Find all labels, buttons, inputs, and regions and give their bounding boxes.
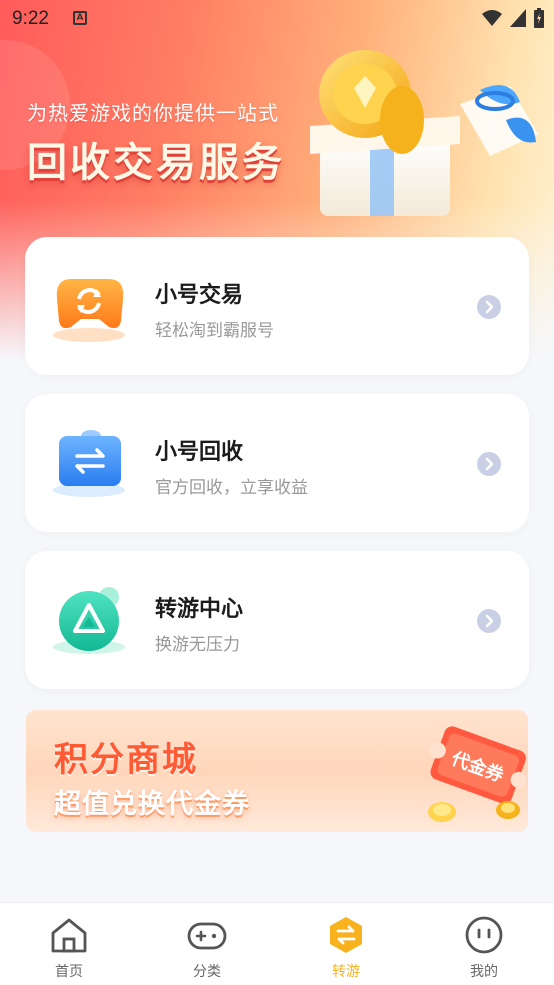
bottom-tab-bar: 首页 分类 转游 我的 <box>0 902 554 985</box>
voucher-ticket-icon: 代金券 <box>428 726 527 822</box>
status-bar: 9:22 A <box>0 0 554 40</box>
banner-subtitle: 超值兑换代金券 <box>54 789 250 820</box>
triangle-coin-icon <box>53 587 125 654</box>
transfer-hexagon-icon <box>330 917 362 953</box>
hero-subtitle: 为热爱游戏的你提供一站式 <box>27 101 279 125</box>
points-mall-banner[interactable]: 积分商城 超值兑换代金券 代金券 <box>26 710 528 832</box>
chevron-right-icon[interactable] <box>477 452 501 476</box>
recycle-folder-icon <box>53 430 125 497</box>
card-game-transfer[interactable]: 转游中心 换游无压力 <box>25 551 529 689</box>
tab-profile[interactable]: 我的 <box>415 903 553 985</box>
tab-transfer[interactable]: 转游 <box>277 903 415 985</box>
face-icon <box>465 916 503 954</box>
card-description: 官方回收，立享收益 <box>155 478 308 498</box>
status-icons <box>482 8 544 28</box>
game-controller-swap-icon <box>53 279 125 342</box>
card-description: 换游无压力 <box>155 635 240 655</box>
banner-title: 积分商城 <box>54 740 198 780</box>
home-icon <box>51 918 87 953</box>
app-notification-icon: A <box>73 11 87 25</box>
chevron-right-icon[interactable] <box>477 609 501 633</box>
tab-label: 首页 <box>55 964 83 980</box>
hero-title: 回收交易服务 <box>27 140 285 186</box>
card-title: 小号交易 <box>155 283 244 308</box>
card-title: 小号回收 <box>155 440 244 465</box>
chevron-right-icon[interactable] <box>477 295 501 319</box>
tab-home[interactable]: 首页 <box>0 903 138 985</box>
card-title: 转游中心 <box>155 597 244 622</box>
card-account-recycle[interactable]: 小号回收 官方回收，立享收益 <box>25 394 529 532</box>
tab-category[interactable]: 分类 <box>138 903 276 985</box>
gift-box-coin-illustration <box>310 50 538 216</box>
battery-icon <box>534 8 544 28</box>
wifi-icon <box>482 10 502 26</box>
tab-label: 分类 <box>193 964 221 980</box>
card-account-trade[interactable]: 小号交易 轻松淘到霸服号 <box>25 237 529 375</box>
tab-label: 转游 <box>332 964 360 980</box>
card-description: 轻松淘到霸服号 <box>155 321 274 341</box>
signal-icon <box>510 9 526 27</box>
gamepad-icon <box>187 922 227 950</box>
status-time: 9:22 <box>12 8 49 29</box>
tab-label: 我的 <box>470 964 498 980</box>
